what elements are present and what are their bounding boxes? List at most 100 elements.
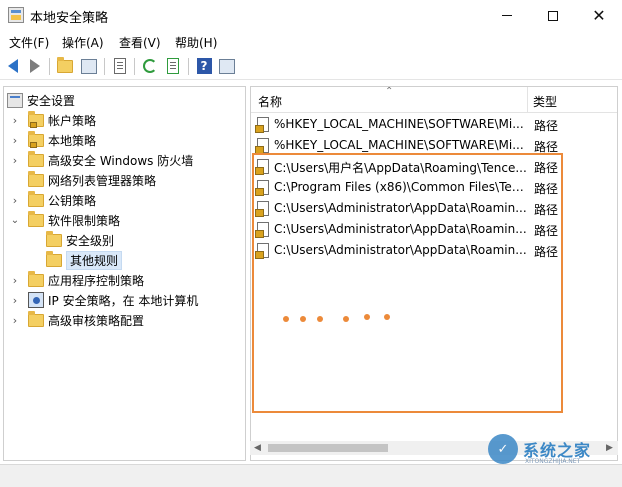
- back-arrow-icon: [8, 59, 18, 73]
- folder-icon: [28, 170, 44, 187]
- tree-item-label: IP 安全策略，在 本地计算机: [48, 293, 199, 308]
- security-settings-icon: [7, 92, 23, 108]
- chevron-right-icon[interactable]: ›: [9, 314, 21, 327]
- export-list-icon: [167, 58, 179, 74]
- show-hide-tree-button[interactable]: [80, 57, 98, 75]
- ip-security-icon: [28, 292, 44, 308]
- scroll-left-icon[interactable]: ◀: [254, 443, 261, 453]
- tree-item-label-selected: 其他规则: [66, 250, 123, 270]
- tree-item-public-key-policies[interactable]: › 公钥策略: [9, 190, 96, 210]
- column-divider[interactable]: [527, 87, 528, 113]
- ellipsis-dot: [283, 316, 289, 322]
- toolbar-separator: [49, 58, 50, 75]
- menu-view[interactable]: 查看(V): [119, 34, 161, 51]
- tree-item-label: 帐户策略: [48, 113, 97, 128]
- menu-action[interactable]: 操作(A): [62, 34, 104, 51]
- maximize-button[interactable]: [530, 0, 576, 31]
- properties-icon: [114, 58, 126, 74]
- console-tree-icon: [81, 58, 97, 74]
- toolbar-separator: [104, 58, 105, 75]
- chevron-right-icon[interactable]: ›: [9, 294, 21, 307]
- tree-item-software-restriction-policies[interactable]: ⌄ 软件限制策略: [9, 210, 120, 230]
- tree-item-network-list-policies[interactable]: 网络列表管理器策略: [9, 170, 156, 190]
- forward-arrow-icon: [30, 59, 40, 73]
- up-one-level-button[interactable]: [56, 56, 74, 75]
- chevron-right-icon[interactable]: ›: [9, 154, 21, 167]
- locked-folder-icon: [28, 130, 44, 148]
- tree-item-label: 高级安全 Windows 防火墙: [48, 153, 194, 168]
- properties-button[interactable]: [111, 57, 129, 75]
- tree-item-local-policies[interactable]: › 本地策略: [9, 130, 96, 150]
- up-folder-icon: [57, 56, 73, 73]
- forward-button[interactable]: [26, 57, 44, 75]
- minimize-icon: [502, 15, 512, 16]
- sort-ascending-icon: ⌃: [385, 86, 394, 97]
- tree-item-label: 公钥策略: [48, 193, 97, 208]
- chevron-down-icon[interactable]: ⌄: [9, 215, 21, 226]
- folder-icon: [28, 190, 44, 207]
- list-column-header: ⌃ 名称 类型: [251, 86, 617, 113]
- chevron-right-icon[interactable]: ›: [9, 134, 21, 147]
- maximize-icon: [548, 10, 558, 21]
- close-button[interactable]: ✕: [576, 0, 622, 31]
- watermark-subtext: XITONGZHIJIA.NET: [525, 458, 581, 465]
- close-icon: ✕: [592, 5, 606, 25]
- tree-item-application-control-policies[interactable]: › 应用程序控制策略: [9, 270, 144, 290]
- folder-icon: [28, 210, 44, 227]
- column-header-type[interactable]: 类型: [533, 93, 557, 110]
- chevron-right-icon[interactable]: ›: [9, 194, 21, 207]
- menu-bar: 文件(F) 操作(A) 查看(V) 帮助(H): [0, 31, 622, 53]
- tree-item-account-policies[interactable]: › 帐户策略: [9, 110, 96, 130]
- menu-file[interactable]: 文件(F): [9, 34, 49, 51]
- help-icon: ?: [196, 58, 212, 74]
- export-list-button[interactable]: [164, 57, 182, 75]
- path-rule-icon: [255, 117, 269, 133]
- folder-icon: [28, 310, 44, 327]
- tree-item-ip-security-policies[interactable]: › IP 安全策略，在 本地计算机: [9, 290, 198, 310]
- window-title: 本地安全策略: [30, 11, 109, 26]
- status-bar: [0, 464, 622, 487]
- chevron-right-icon[interactable]: ›: [9, 114, 21, 127]
- tree-item-label: 安全设置: [27, 93, 76, 108]
- local-security-policy-app-icon: [8, 7, 24, 23]
- path-rule-icon: [255, 138, 269, 154]
- ellipsis-dot: [364, 314, 370, 320]
- toolbar: ?: [0, 53, 622, 80]
- tree-item-label: 软件限制策略: [48, 213, 121, 228]
- tree-item-label: 网络列表管理器策略: [48, 173, 157, 188]
- rule-type: 路径: [534, 119, 559, 133]
- highlight-annotation-box: [252, 153, 563, 413]
- folder-icon: [46, 250, 62, 267]
- ellipsis-dot: [300, 316, 306, 322]
- tree-item-label: 高级审核策略配置: [48, 313, 145, 328]
- tree-item-windows-firewall[interactable]: › 高级安全 Windows 防火墙: [9, 150, 193, 170]
- folder-icon: [28, 150, 44, 167]
- toolbar-separator: [134, 58, 135, 75]
- minimize-button[interactable]: [484, 0, 530, 31]
- folder-icon: [46, 230, 62, 247]
- refresh-icon: [143, 59, 157, 73]
- tree-item-additional-rules[interactable]: 其他规则: [46, 250, 123, 270]
- chevron-right-icon[interactable]: ›: [9, 274, 21, 287]
- column-header-name[interactable]: 名称: [258, 93, 282, 110]
- tree-item-label: 应用程序控制策略: [48, 273, 145, 288]
- ellipsis-dot: [343, 316, 349, 322]
- help-button[interactable]: ?: [195, 57, 213, 75]
- tree-item-label: 安全级别: [66, 233, 115, 248]
- tree-item-security-settings[interactable]: 安全设置: [7, 90, 75, 110]
- back-button[interactable]: [4, 57, 22, 75]
- tree-item-label: 本地策略: [48, 133, 97, 148]
- ellipsis-dot: [317, 316, 323, 322]
- locked-folder-icon: [28, 110, 44, 128]
- scroll-right-icon[interactable]: ▶: [606, 443, 613, 453]
- menu-help[interactable]: 帮助(H): [175, 34, 217, 51]
- toolbar-separator: [188, 58, 189, 75]
- list-item[interactable]: %HKEY_LOCAL_MACHINE\SOFTWARE\Mi... 路径: [251, 114, 617, 135]
- tree-item-security-levels[interactable]: 安全级别: [46, 230, 114, 250]
- refresh-button[interactable]: [141, 57, 159, 75]
- action-pane-icon: [219, 58, 235, 74]
- scrollbar-thumb[interactable]: [268, 444, 388, 452]
- tree-item-advanced-audit-policy[interactable]: › 高级审核策略配置: [9, 310, 144, 330]
- ellipsis-dot: [384, 314, 390, 320]
- show-hide-action-pane-button[interactable]: [218, 57, 236, 75]
